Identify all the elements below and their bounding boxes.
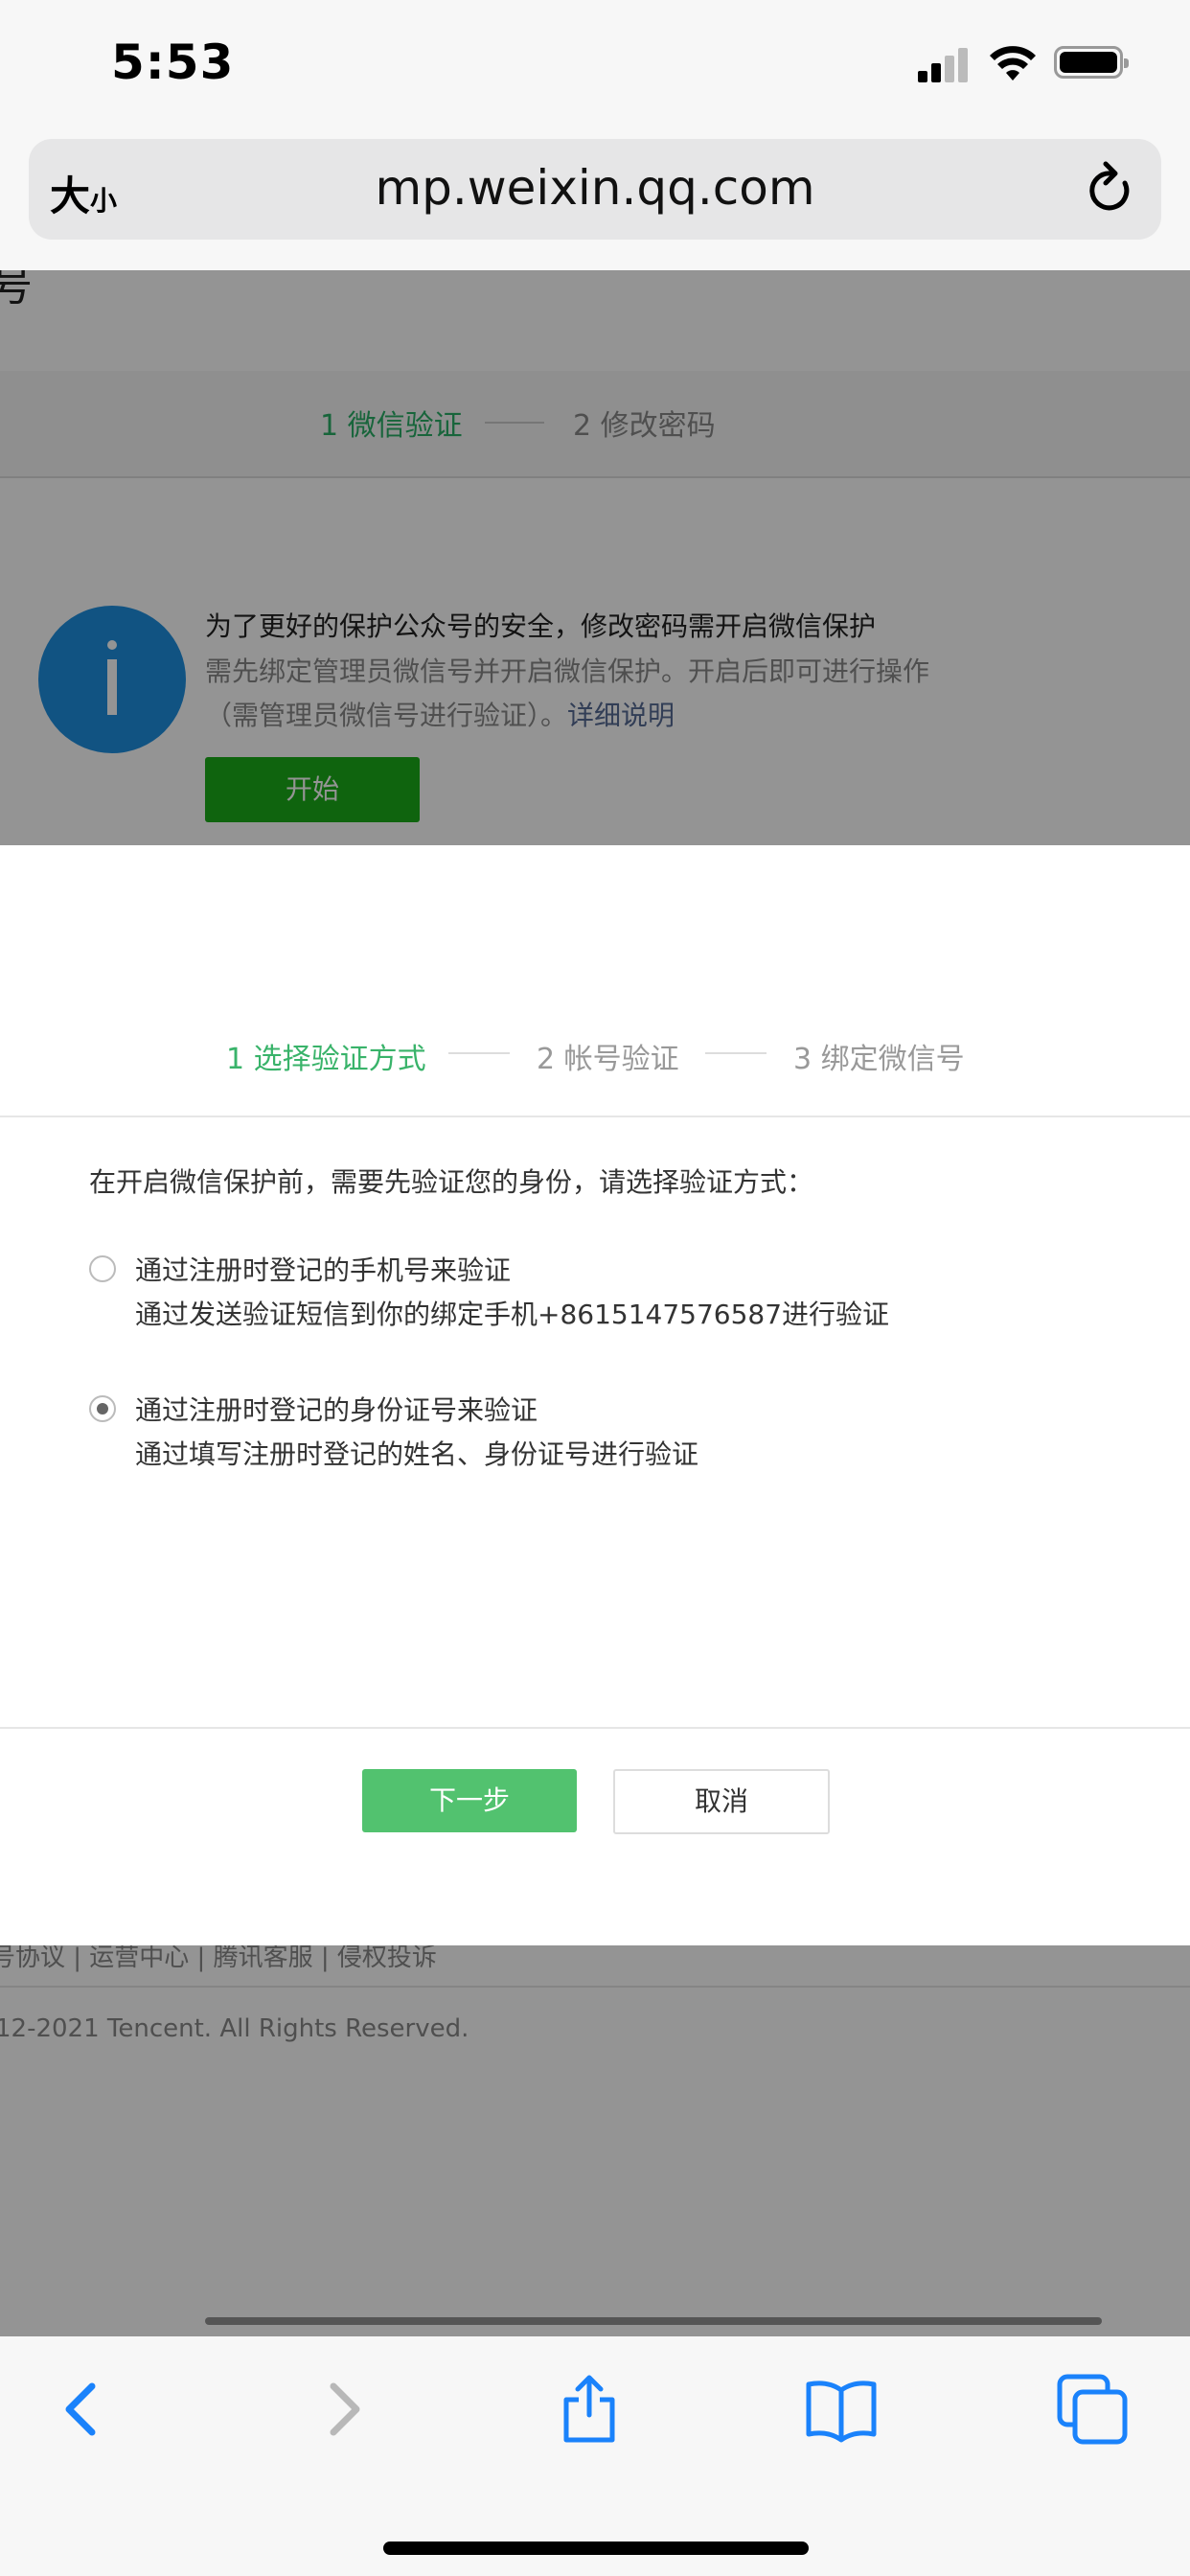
modal-step-1: 1 选择验证方式 <box>226 1043 426 1076</box>
status-bar: 5:53 <box>0 0 1190 134</box>
home-indicator[interactable] <box>383 2542 809 2555</box>
modal-step-3: 3 绑定微信号 <box>793 1043 965 1076</box>
tabs-icon[interactable] <box>1054 2371 1131 2448</box>
cancel-button[interactable]: 取消 <box>613 1769 830 1834</box>
next-step-button[interactable]: 下一步 <box>362 1769 577 1832</box>
browser-toolbar <box>0 2336 1190 2576</box>
reload-icon[interactable] <box>1083 160 1136 218</box>
modal-step-2: 2 帐号验证 <box>537 1043 679 1076</box>
forward-icon[interactable] <box>303 2371 379 2448</box>
option-phone-title[interactable]: 通过注册时登记的手机号来验证 <box>135 1250 511 1288</box>
option-phone-desc: 通过发送验证短信到你的绑定手机+8615147576587进行验证 <box>135 1299 890 1330</box>
address-bar[interactable]: 大小 mp.weixin.qq.com <box>29 139 1161 240</box>
bookmarks-icon[interactable] <box>803 2371 880 2448</box>
status-time: 5:53 <box>111 34 235 90</box>
step-divider <box>448 1052 510 1054</box>
modal-divider <box>0 1727 1190 1729</box>
phone-radio[interactable] <box>89 1255 116 1282</box>
verification-dialog: 1 选择验证方式 2 帐号验证 3 绑定微信号 在开启微信保护前，需要先验证您的… <box>0 845 1190 1945</box>
scroll-indicator <box>205 2317 1102 2325</box>
battery-icon <box>1054 46 1129 79</box>
option-id-card-title[interactable]: 通过注册时登记的身份证号来验证 <box>135 1390 538 1428</box>
id-card-radio[interactable] <box>89 1395 116 1422</box>
share-icon[interactable] <box>551 2371 628 2448</box>
url-text[interactable]: mp.weixin.qq.com <box>29 160 1161 216</box>
verification-prompt: 在开启微信保护前，需要先验证您的身份，请选择验证方式： <box>89 1166 814 1198</box>
wifi-icon <box>990 46 1036 80</box>
modal-step-bar: 1 选择验证方式 2 帐号验证 3 绑定微信号 <box>0 845 1190 1117</box>
option-id-card-desc: 通过填写注册时登记的姓名、身份证号进行验证 <box>135 1438 699 1470</box>
back-icon[interactable] <box>46 2371 123 2448</box>
step-divider <box>705 1052 767 1054</box>
cellular-signal-icon <box>918 46 970 82</box>
